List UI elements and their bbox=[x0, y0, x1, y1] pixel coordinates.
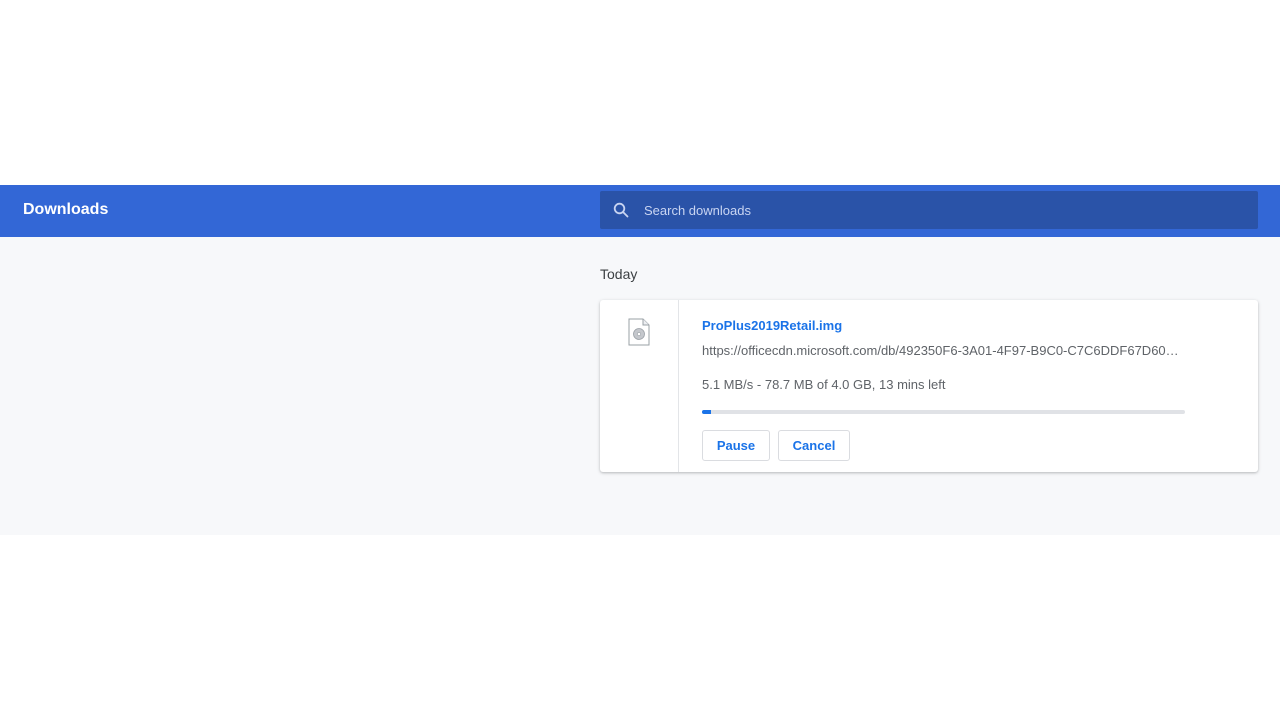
cancel-button[interactable]: Cancel bbox=[778, 430, 850, 461]
pause-button[interactable]: Pause bbox=[702, 430, 770, 461]
progress-bar bbox=[702, 410, 1185, 414]
search-icon[interactable] bbox=[612, 201, 630, 219]
page-title: Downloads bbox=[23, 201, 109, 218]
search-input[interactable] bbox=[644, 191, 1258, 229]
file-icon-column bbox=[600, 300, 679, 472]
file-name-link[interactable]: ProPlus2019Retail.img bbox=[702, 318, 842, 334]
source-url: https://officecdn.microsoft.com/db/49235… bbox=[702, 343, 1182, 358]
disc-image-file-icon bbox=[628, 318, 650, 346]
date-heading: Today bbox=[600, 266, 638, 282]
download-status: 5.1 MB/s - 78.7 MB of 4.0 GB, 13 mins le… bbox=[702, 377, 946, 392]
download-details: ProPlus2019Retail.img https://officecdn.… bbox=[702, 300, 1258, 472]
search-box[interactable] bbox=[600, 191, 1258, 229]
downloads-toolbar: Downloads bbox=[0, 185, 1280, 237]
progress-fill bbox=[702, 410, 712, 414]
downloads-page: Downloads Today ProPlu bbox=[0, 185, 1280, 535]
download-item: ProPlus2019Retail.img https://officecdn.… bbox=[600, 300, 1258, 472]
